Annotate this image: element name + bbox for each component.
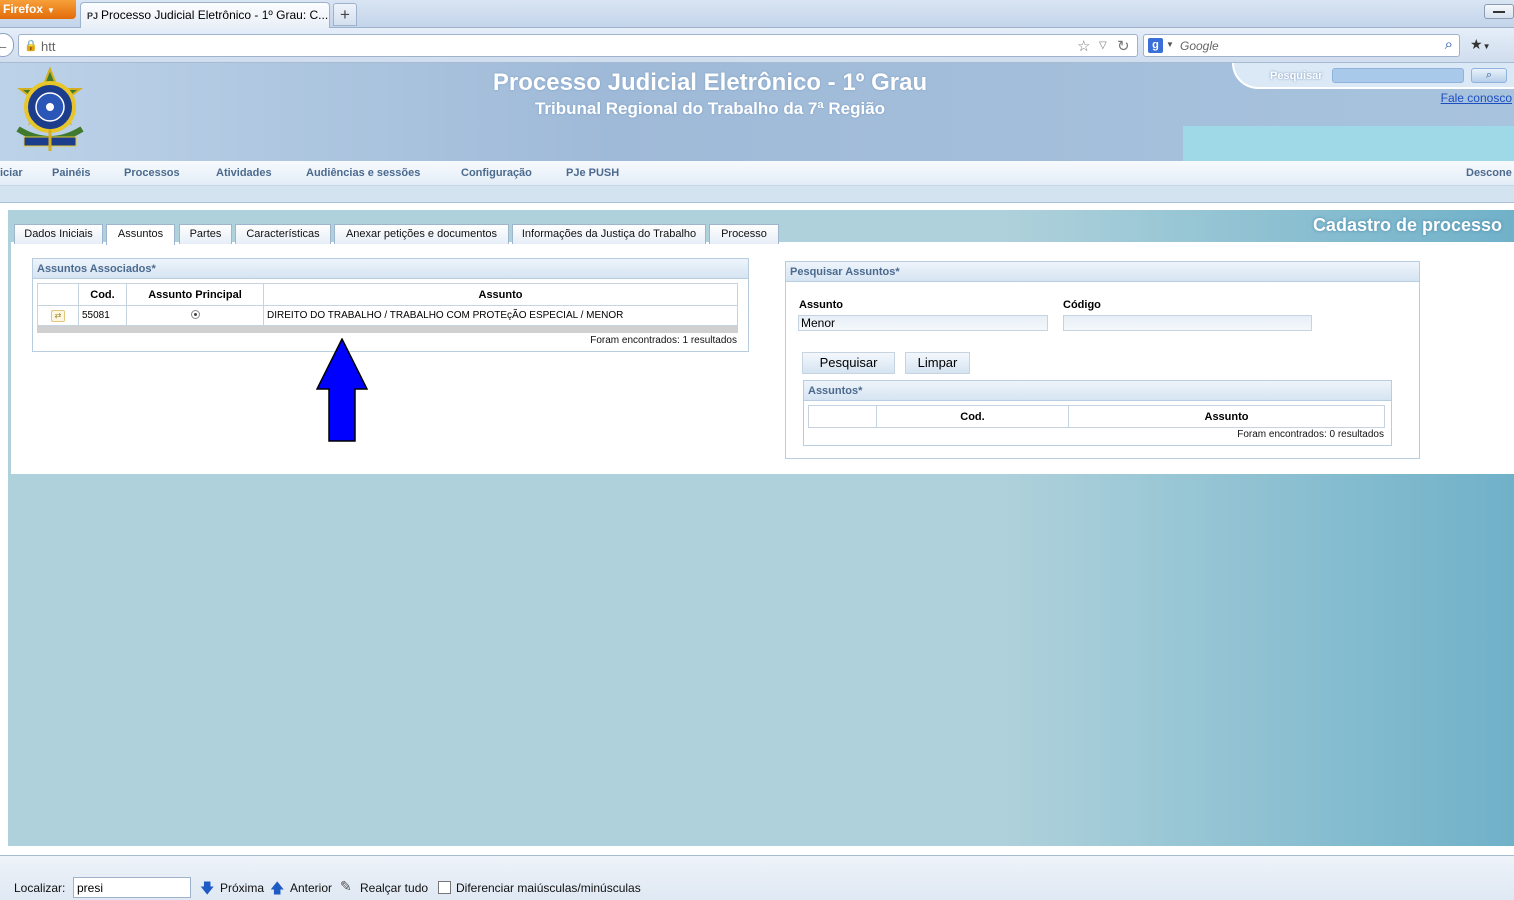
column-header-cod: Cod. <box>78 283 127 306</box>
browser-tab-title: Processo Judicial Eletrônico - 1º Grau: … <box>101 8 329 22</box>
column-header-actions <box>808 405 877 428</box>
search-results-count: Foram encontrados: 0 resultados <box>1237 429 1384 440</box>
header-search-label: Pesquisar <box>1270 70 1323 82</box>
arrow-down-icon[interactable]: 🡇 <box>200 878 214 900</box>
header-search-input[interactable] <box>1332 68 1464 83</box>
menu-item-processos[interactable]: Processos <box>124 167 180 179</box>
assunto-input[interactable]: Menor <box>798 315 1048 331</box>
tab-processo[interactable]: Processo <box>709 224 779 244</box>
table-header-row: Cod. Assunto Principal Assunto <box>37 283 738 306</box>
menu-item-iniciar[interactable]: iciar <box>0 167 23 179</box>
tab-informacoes-justica[interactable]: Informações da Justiça do Trabalho <box>512 224 706 244</box>
menu-item-desconectar[interactable]: Descone <box>1466 167 1512 179</box>
lock-icon: 🔒 <box>24 40 38 52</box>
google-engine-icon[interactable]: g <box>1148 38 1163 53</box>
new-tab-button[interactable]: + <box>333 3 357 26</box>
header-search: Pesquisar ⌕ <box>1232 63 1514 89</box>
associated-subjects-table: Cod. Assunto Principal Assunto ⇄ 55081 D… <box>37 283 738 326</box>
search-results-table: Cod. Assunto <box>808 405 1385 428</box>
associated-subjects-title: Assuntos Associados* <box>33 259 748 279</box>
find-next-button[interactable]: Próxima <box>220 881 264 895</box>
clear-button[interactable]: Limpar <box>905 352 970 374</box>
principal-subject-radio[interactable] <box>190 309 200 319</box>
site-header: Processo Judicial Eletrônico - 1º Grau T… <box>0 63 1514 161</box>
chevron-down-icon: ▼ <box>47 6 55 15</box>
page-heading: Cadastro de processo <box>1312 215 1502 235</box>
find-label: Localizar: <box>14 881 66 895</box>
column-header-actions <box>37 283 79 306</box>
search-button[interactable]: Pesquisar <box>802 352 895 374</box>
table-header-row: Cod. Assunto <box>808 405 1385 428</box>
column-header-cod: Cod. <box>876 405 1069 428</box>
history-dropdown-icon[interactable]: ▽ <box>1099 40 1107 51</box>
web-search-placeholder: Google <box>1180 39 1219 53</box>
browser-nav-bar: ← 🔒 htt ☆ ▽ ↻ g ▼ Google ⌕ ★▼ <box>0 28 1514 63</box>
codigo-label: Código <box>1063 299 1101 311</box>
browser-tab[interactable]: PJ Processo Judicial Eletrônico - 1º Grau… <box>80 2 330 28</box>
codigo-input[interactable] <box>1063 315 1312 331</box>
reload-icon[interactable]: ↻ <box>1117 37 1130 55</box>
highlight-all-button[interactable]: Realçar tudo <box>360 881 428 895</box>
tab-caracteristicas[interactable]: Características <box>235 224 331 244</box>
find-input[interactable]: presi <box>73 877 191 898</box>
header-decorative-strip <box>1183 126 1514 161</box>
row-action-cell: ⇄ <box>37 305 79 326</box>
bookmarks-menu-button[interactable]: ★▼ <box>1470 36 1506 56</box>
site-subtitle: Tribunal Regional do Trabalho da 7ª Regi… <box>534 99 886 118</box>
web-search-input[interactable]: g ▼ Google ⌕ <box>1143 34 1460 57</box>
associated-results-count: Foram encontrados: 1 resultados <box>590 335 737 346</box>
menu-item-audiencias[interactable]: Audiências e sessões <box>306 167 420 179</box>
table-row: ⇄ 55081 DIREITO DO TRABALHO / TRABALHO C… <box>37 305 738 326</box>
remove-subject-icon[interactable]: ⇄ <box>51 309 65 322</box>
favicon-icon: PJ <box>87 11 99 21</box>
find-bar: Localizar: presi 🡇 Próxima 🡅 Anterior ✎ … <box>0 855 1514 900</box>
table-scrollbar[interactable] <box>37 326 738 333</box>
row-assunto: DIREITO DO TRABALHO / TRABALHO COM PROTE… <box>263 305 738 326</box>
star-bookmark-icon[interactable]: ☆ <box>1077 37 1090 55</box>
search-results-title: Assuntos* <box>804 381 1391 401</box>
match-case-checkbox[interactable] <box>438 881 451 894</box>
tab-dados-iniciais[interactable]: Dados Iniciais <box>14 224 103 244</box>
highlighter-icon[interactable]: ✎ <box>340 878 352 895</box>
tab-assuntos[interactable]: Assuntos <box>106 224 175 245</box>
row-cod: 55081 <box>78 305 127 326</box>
back-button[interactable]: ← <box>0 33 14 57</box>
find-previous-button[interactable]: Anterior <box>290 881 332 895</box>
firefox-menu-label: Firefox <box>3 2 44 16</box>
column-header-assunto: Assunto <box>1068 405 1385 428</box>
url-text: htt <box>41 39 56 54</box>
column-header-assunto-principal: Assunto Principal <box>126 283 264 306</box>
bookmarks-star-icon: ★ <box>1470 36 1483 52</box>
blue-arrow-icon <box>316 338 368 442</box>
assunto-label: Assunto <box>799 299 843 311</box>
tab-partes[interactable]: Partes <box>179 224 232 244</box>
column-header-assunto: Assunto <box>263 283 738 306</box>
search-icon[interactable]: ⌕ <box>1445 36 1453 53</box>
search-subjects-title: Pesquisar Assuntos* <box>786 262 1419 282</box>
engine-dropdown-icon[interactable]: ▼ <box>1166 40 1174 49</box>
menu-item-pje-push[interactable]: PJe PUSH <box>566 167 619 179</box>
match-case-label[interactable]: Diferenciar maiúsculas/minúsculas <box>456 881 641 895</box>
url-bar[interactable]: 🔒 htt ☆ ▽ ↻ <box>18 34 1138 57</box>
arrow-up-icon[interactable]: 🡅 <box>270 878 284 900</box>
main-menu: iciar Painéis Processos Atividades Audiê… <box>0 161 1514 186</box>
browser-tab-bar: Firefox ▼ PJ Processo Judicial Eletrônico … <box>0 0 1514 28</box>
site-title: Processo Judicial Eletrônico - 1º Grau <box>492 69 928 96</box>
tab-anexar-peticoes[interactable]: Anexar petições e documentos <box>334 224 509 244</box>
menu-item-atividades[interactable]: Atividades <box>216 167 272 179</box>
contact-link[interactable]: Fale conosco <box>1441 91 1512 105</box>
menu-spacer <box>0 186 1514 203</box>
menu-item-paineis[interactable]: Painéis <box>52 167 91 179</box>
firefox-menu-button[interactable]: Firefox ▼ <box>0 0 76 19</box>
header-search-button[interactable]: ⌕ <box>1471 68 1507 83</box>
minimize-button[interactable] <box>1484 4 1514 19</box>
menu-item-configuracao[interactable]: Configuração <box>461 167 532 179</box>
search-icon: ⌕ <box>1485 69 1493 81</box>
chevron-down-icon: ▼ <box>1482 42 1491 51</box>
row-principal-cell <box>126 305 264 326</box>
